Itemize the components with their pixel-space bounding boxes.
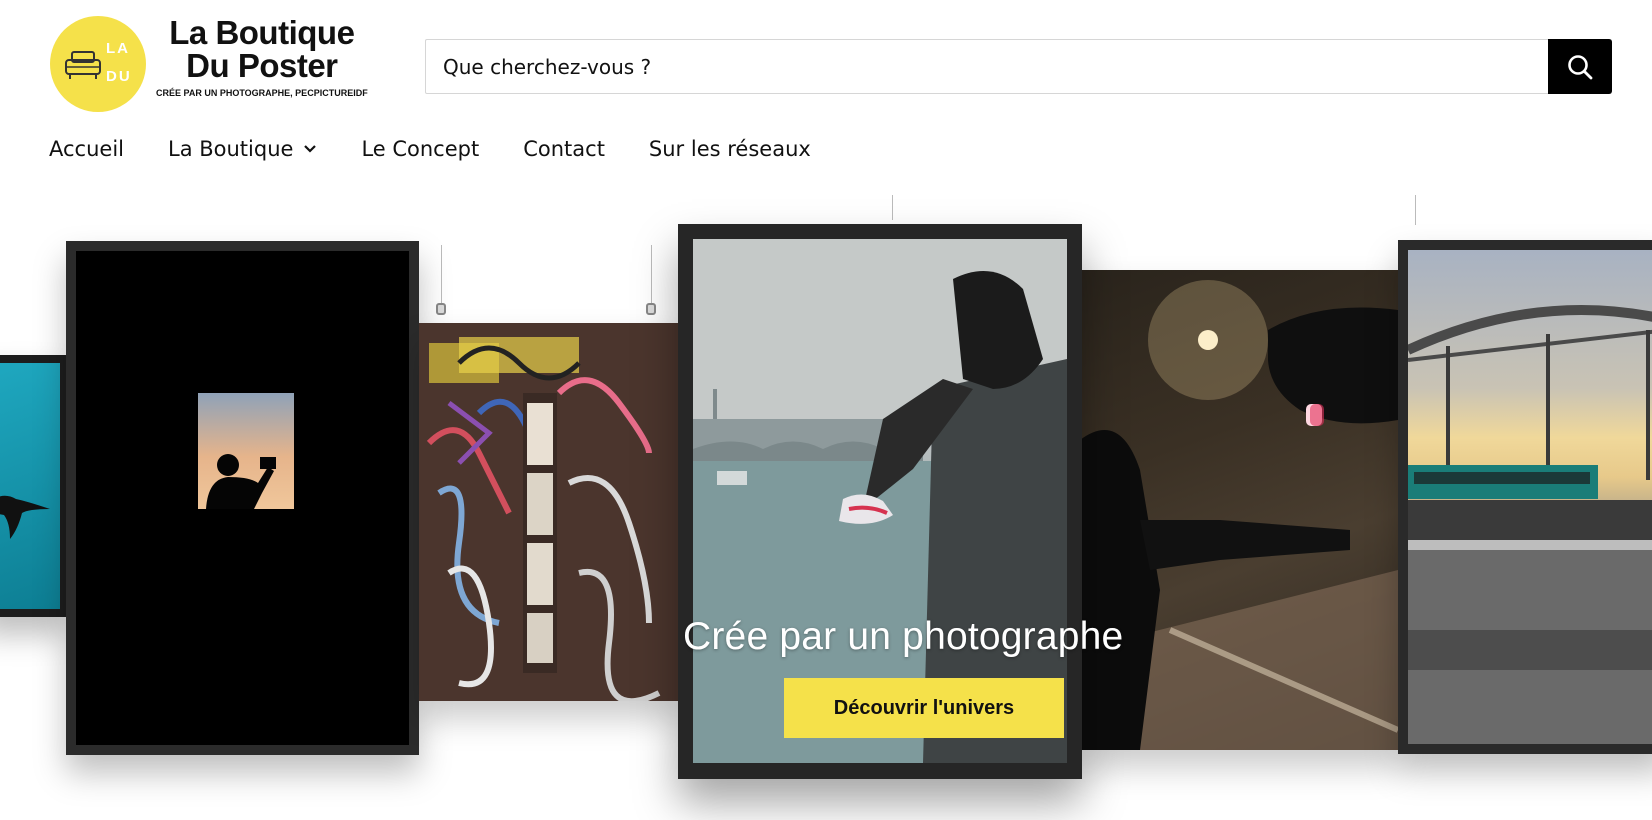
nav-item-le-concept[interactable]: Le Concept	[361, 137, 479, 161]
logo-badge: LA DU	[50, 16, 146, 112]
nav-item-contact[interactable]: Contact	[523, 137, 605, 161]
poster-metro-bridge[interactable]	[1398, 240, 1652, 754]
hanging-wire	[892, 195, 893, 220]
search-bar	[425, 39, 1612, 94]
hanging-wire	[441, 245, 442, 308]
poster-clip	[646, 303, 656, 315]
photographer-silhouette	[206, 454, 276, 509]
hanging-wire	[1415, 195, 1416, 225]
hero-gallery: Crée par un photographe Découvrir l'univ…	[0, 195, 1652, 820]
brand-title-line2: Du Poster	[186, 47, 338, 84]
discover-universe-button[interactable]: Découvrir l'univers	[784, 678, 1064, 738]
nav-item-la-boutique[interactable]: La Boutique	[168, 137, 317, 161]
poster-window-silhouette[interactable]	[66, 241, 419, 755]
logo-letters-top: LA	[106, 40, 130, 57]
night-scene-art	[1080, 280, 1398, 750]
metro-bridge-art	[1408, 305, 1652, 744]
search-button[interactable]	[1548, 39, 1612, 94]
site-logo[interactable]: LA DU La Boutique Du Poster CRÉE PAR UN …	[50, 16, 380, 116]
nav-item-label: Le Concept	[361, 137, 480, 161]
nav-item-label: Accueil	[49, 137, 124, 161]
site-header: LA DU La Boutique Du Poster CRÉE PAR UN …	[0, 0, 1652, 200]
nav-item-accueil[interactable]: Accueil	[49, 137, 124, 161]
search-icon	[1568, 54, 1593, 79]
nav-item-sur-les-reseaux[interactable]: Sur les réseaux	[649, 137, 811, 161]
chevron-down-icon	[304, 145, 317, 153]
main-nav: Accueil La Boutique Le Concept Contact S…	[49, 137, 855, 161]
logo-letters-bottom: DU	[106, 68, 132, 85]
poster-photo	[1408, 250, 1652, 744]
sofa-icon	[65, 51, 101, 79]
nav-item-label: Sur les réseaux	[648, 137, 811, 161]
window-opening	[198, 393, 294, 509]
brand-subtitle: CRÉE PAR UN PHOTOGRAPHE, PECPICTUREIDF	[156, 88, 368, 98]
nav-item-label: La Boutique	[168, 137, 294, 161]
nav-item-label: Contact	[523, 137, 605, 161]
logo-text: La Boutique Du Poster CRÉE PAR UN PHOTOG…	[156, 16, 368, 98]
poster-clip	[436, 303, 446, 315]
hero-title: Crée par un photographe	[683, 615, 1124, 658]
poster-bird[interactable]	[0, 355, 68, 617]
poster-graffiti[interactable]	[419, 323, 679, 701]
search-input[interactable]	[426, 40, 1550, 93]
poster-photo	[0, 363, 60, 609]
poster-night-scene[interactable]	[1080, 270, 1398, 750]
poster-photo	[76, 251, 409, 745]
graffiti-art	[419, 323, 679, 701]
bird-silhouette	[0, 495, 50, 539]
brand-title-line1: La Boutique	[169, 14, 355, 51]
hanging-wire	[651, 245, 652, 308]
